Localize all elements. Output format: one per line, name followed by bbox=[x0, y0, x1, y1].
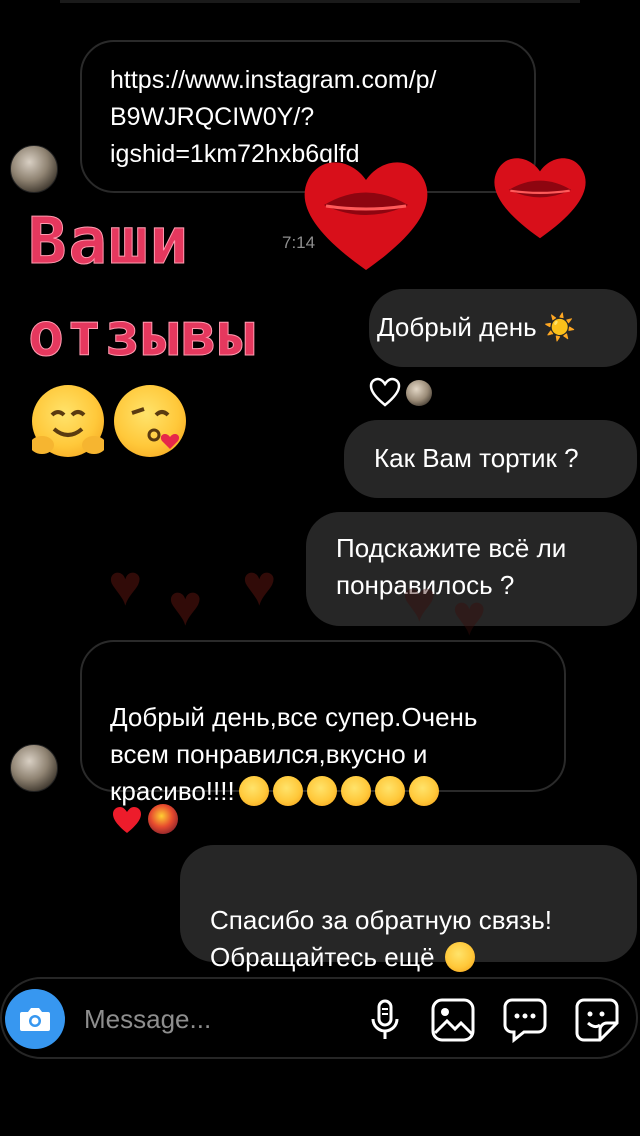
red-heart-reaction-icon[interactable] bbox=[110, 805, 144, 840]
party-face-emoji-icon bbox=[272, 776, 303, 806]
dark-heart-icon: ♥ bbox=[108, 553, 143, 618]
question-liked-text[interactable]: Подскажите всё ли понравилось ? bbox=[336, 530, 637, 604]
sender-avatar[interactable] bbox=[10, 744, 58, 792]
camera-icon bbox=[20, 1008, 50, 1031]
party-face-emoji-icon bbox=[408, 776, 439, 806]
dark-heart-icon: ♥ bbox=[452, 583, 487, 648]
reply-message-bubble[interactable]: Добрый день,все супер.Очень всем понрави… bbox=[80, 640, 566, 806]
dark-heart-icon: ♥ bbox=[168, 573, 203, 638]
reactor-avatar[interactable] bbox=[148, 804, 178, 834]
reactor-avatar[interactable] bbox=[406, 380, 432, 406]
sticker-icon[interactable] bbox=[574, 997, 620, 1043]
greeting-message-bubble[interactable]: Добрый день ☀️ bbox=[369, 289, 637, 367]
party-face-emoji-icon bbox=[340, 776, 371, 806]
party-face-emoji-icon bbox=[238, 776, 269, 806]
top-divider bbox=[60, 0, 580, 3]
thanks-message-text[interactable]: Спасибо за обратную связь! Обращайтесь е… bbox=[210, 905, 552, 972]
dark-heart-icon: ♥ bbox=[402, 569, 437, 634]
party-face-emoji-icon bbox=[306, 776, 337, 806]
dark-heart-icon: ♥ bbox=[242, 553, 277, 618]
heart-reaction-icon[interactable] bbox=[369, 377, 401, 412]
thanks-message-bubble[interactable]: Спасибо за обратную связь! Обращайтесь е… bbox=[180, 845, 637, 972]
chat-bubble-icon[interactable] bbox=[502, 997, 548, 1043]
sender-avatar[interactable] bbox=[10, 145, 58, 193]
kissing-face-emoji-icon bbox=[114, 385, 186, 457]
kiss-heart-sticker-icon-2 bbox=[494, 158, 586, 239]
question-cake-text[interactable]: Как Вам тортик ? bbox=[374, 443, 579, 473]
gallery-icon[interactable] bbox=[430, 997, 476, 1043]
message-input[interactable]: Message... bbox=[84, 1004, 211, 1035]
kissing-face-emoji-icon bbox=[444, 942, 475, 972]
party-face-emoji-icon bbox=[374, 776, 405, 806]
kiss-heart-sticker-icon bbox=[304, 162, 428, 270]
microphone-icon[interactable] bbox=[362, 997, 408, 1043]
overlay-title-line2: отзывы bbox=[28, 300, 257, 371]
overlay-title-line1: Ваши bbox=[27, 205, 191, 280]
question-cake-bubble[interactable]: Как Вам тортик ? bbox=[344, 420, 637, 498]
hugging-face-emoji-icon bbox=[30, 385, 106, 457]
camera-button[interactable] bbox=[5, 989, 65, 1049]
greeting-message-text[interactable]: Добрый день ☀️ bbox=[377, 312, 576, 342]
message-composer: Message... bbox=[0, 977, 638, 1059]
